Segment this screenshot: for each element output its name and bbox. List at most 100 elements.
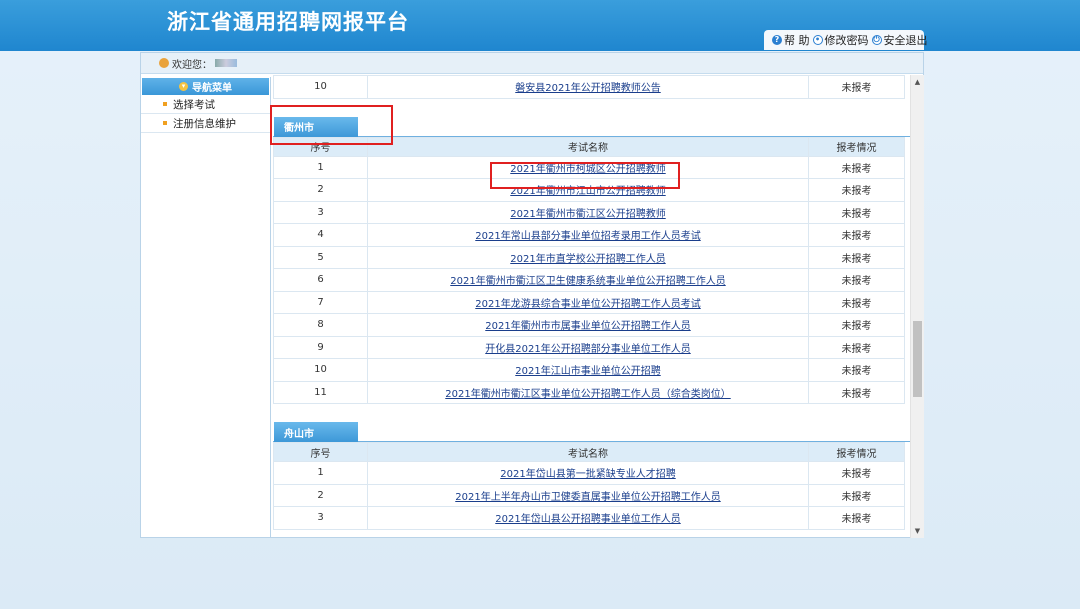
exam-link[interactable]: 2021年衢州市衢江区卫生健康系统事业单位公开招聘工作人员	[450, 276, 725, 287]
row-number: 9	[273, 335, 368, 359]
exam-link[interactable]: 2021年市直学校公开招聘工作人员	[510, 254, 665, 265]
welcome-label: 欢迎您：	[172, 59, 212, 71]
table-row: 2 2021年上半年舟山市卫健委直属事业单位公开招聘工作人员 未报考	[273, 483, 905, 507]
row-status: 未报考	[808, 461, 905, 485]
exam-link[interactable]: 2021年衢州市柯城区公开招聘教师	[510, 164, 665, 175]
help-link[interactable]: ? 帮 助	[772, 32, 810, 48]
scrollbar-thumb[interactable]	[913, 321, 922, 397]
row-number: 3	[273, 200, 368, 224]
exam-link[interactable]: 开化县2021年公开招聘部分事业单位工作人员	[485, 344, 690, 355]
sidebar-item-label: 注册信息维护	[173, 117, 236, 130]
exam-table-partial: 10 磐安县2021年公开招聘教师公告 未报考	[273, 75, 905, 99]
power-icon: ⏻	[871, 35, 882, 45]
col-header-status: 报考情况	[808, 442, 905, 462]
table-row: 3 2021年衢州市衢江区公开招聘教师 未报考	[273, 200, 905, 224]
city-tab-quzhou[interactable]: 衢州市	[274, 116, 358, 137]
logout-link[interactable]: ⏻ 安全退出	[871, 32, 928, 48]
section-header-zhoushan: 舟山市	[273, 404, 911, 442]
sidebar-item-label: 选择考试	[173, 98, 215, 111]
exam-table-zhoushan: 序号 考试名称 报考情况 1 2021年岱山县第一批紧缺专业人才招聘 未报考 2 20…	[273, 442, 905, 530]
row-status: 未报考	[808, 75, 905, 99]
row-status: 未报考	[808, 483, 905, 507]
row-number: 2	[273, 483, 368, 507]
main-frame: 欢迎您： ▾ 导航菜单 选择考试 注册信息维护 10 磐安县2021年公开招聘教…	[140, 52, 924, 538]
row-number: 5	[273, 245, 368, 269]
welcome-bar: 欢迎您：	[141, 53, 923, 74]
row-status: 未报考	[808, 245, 905, 269]
sidebar-item-select-exam[interactable]: 选择考试	[141, 95, 270, 114]
nav-menu-header: ▾ 导航菜单	[142, 78, 269, 95]
table-row: 9 开化县2021年公开招聘部分事业单位工作人员 未报考	[273, 335, 905, 359]
exam-link[interactable]: 2021年衢州市江山市公开招聘教师	[510, 186, 665, 197]
table-row: 10 2021年江山市事业单位公开招聘 未报考	[273, 358, 905, 382]
row-number: 4	[273, 223, 368, 247]
top-links: ? 帮 助 • 修改密码 ⏻ 安全退出	[764, 30, 928, 50]
row-status: 未报考	[808, 290, 905, 314]
password-icon: •	[812, 35, 823, 45]
row-number: 1	[273, 461, 368, 485]
help-icon: ?	[772, 35, 782, 45]
help-label: 帮 助	[784, 34, 810, 47]
col-header-no: 序号	[273, 442, 368, 462]
exam-link[interactable]: 2021年岱山县第一批紧缺专业人才招聘	[500, 469, 675, 480]
row-status: 未报考	[808, 178, 905, 202]
redacted-username	[215, 59, 237, 67]
nav-menu-title: 导航菜单	[192, 83, 232, 94]
exam-link[interactable]: 2021年岱山县公开招聘事业单位工作人员	[495, 514, 680, 525]
table-row: 4 2021年常山县部分事业单位招考录用工作人员考试 未报考	[273, 223, 905, 247]
table-row: 6 2021年衢州市衢江区卫生健康系统事业单位公开招聘工作人员 未报考	[273, 268, 905, 292]
row-status: 未报考	[808, 358, 905, 382]
row-number: 8	[273, 313, 368, 337]
row-number: 10	[273, 358, 368, 382]
row-status: 未报考	[808, 335, 905, 359]
row-status: 未报考	[808, 223, 905, 247]
table-row: 7 2021年龙游县综合事业单位公开招聘工作人员考试 未报考	[273, 290, 905, 314]
exam-table-quzhou: 序号 考试名称 报考情况 1 2021年衢州市柯城区公开招聘教师 未报考 2 2021…	[273, 136, 905, 405]
chevron-down-icon: ▾	[179, 82, 188, 91]
exam-link[interactable]: 2021年龙游县综合事业单位公开招聘工作人员考试	[475, 299, 700, 310]
sidebar-item-registration-info[interactable]: 注册信息维护	[141, 114, 270, 133]
col-header-no: 序号	[273, 136, 368, 157]
exam-link[interactable]: 2021年上半年舟山市卫健委直属事业单位公开招聘工作人员	[455, 492, 720, 503]
exam-link[interactable]: 2021年衢州市市属事业单位公开招聘工作人员	[485, 321, 690, 332]
row-status: 未报考	[808, 155, 905, 179]
row-number: 2	[273, 178, 368, 202]
row-number: 1	[273, 155, 368, 179]
exam-list-panel[interactable]: 10 磐安县2021年公开招聘教师公告 未报考 衢州市 序号 考试名称 报考情况…	[273, 75, 911, 538]
change-password-label: 修改密码	[824, 34, 869, 47]
scroll-down-arrow-icon[interactable]: ▼	[911, 524, 924, 538]
table-row: 11 2021年衢州市衢江区事业单位公开招聘工作人员（综合类岗位） 未报考	[273, 380, 905, 404]
city-tab-zhoushan[interactable]: 舟山市	[274, 422, 358, 442]
table-header-row: 序号 考试名称 报考情况	[273, 442, 905, 462]
change-password-link[interactable]: • 修改密码	[812, 32, 869, 48]
site-title: 浙江省通用招聘网报平台	[167, 10, 409, 34]
table-row: 3 2021年岱山县公开招聘事业单位工作人员 未报考	[273, 506, 905, 530]
user-icon	[159, 58, 169, 68]
sidebar: ▾ 导航菜单 选择考试 注册信息维护	[141, 77, 271, 537]
exam-link[interactable]: 2021年江山市事业单位公开招聘	[515, 366, 660, 377]
exam-link[interactable]: 2021年衢州市衢江区公开招聘教师	[510, 209, 665, 220]
scroll-up-arrow-icon[interactable]: ▲	[911, 75, 924, 89]
col-header-name: 考试名称	[367, 442, 809, 462]
table-row: 2 2021年衢州市江山市公开招聘教师 未报考	[273, 178, 905, 202]
exam-link[interactable]: 2021年常山县部分事业单位招考录用工作人员考试	[475, 231, 700, 242]
bullet-icon	[163, 102, 167, 106]
logout-label: 安全退出	[883, 34, 928, 47]
exam-link[interactable]: 磐安县2021年公开招聘教师公告	[515, 83, 660, 94]
section-header-quzhou: 衢州市	[273, 99, 911, 137]
exam-link[interactable]: 2021年衢州市衢江区事业单位公开招聘工作人员（综合类岗位）	[445, 389, 730, 400]
row-number: 3	[273, 506, 368, 530]
table-row: 1 2021年衢州市柯城区公开招聘教师 未报考	[273, 155, 905, 179]
vertical-scrollbar[interactable]: ▲ ▼	[910, 75, 924, 538]
table-row: 1 2021年岱山县第一批紧缺专业人才招聘 未报考	[273, 461, 905, 485]
row-status: 未报考	[808, 380, 905, 404]
col-header-name: 考试名称	[367, 136, 809, 157]
row-status: 未报考	[808, 313, 905, 337]
table-row: 5 2021年市直学校公开招聘工作人员 未报考	[273, 245, 905, 269]
bullet-icon	[163, 121, 167, 125]
table-row: 10 磐安县2021年公开招聘教师公告 未报考	[273, 75, 905, 99]
table-header-row: 序号 考试名称 报考情况	[273, 136, 905, 157]
row-status: 未报考	[808, 506, 905, 530]
row-status: 未报考	[808, 268, 905, 292]
row-number: 11	[273, 380, 368, 404]
